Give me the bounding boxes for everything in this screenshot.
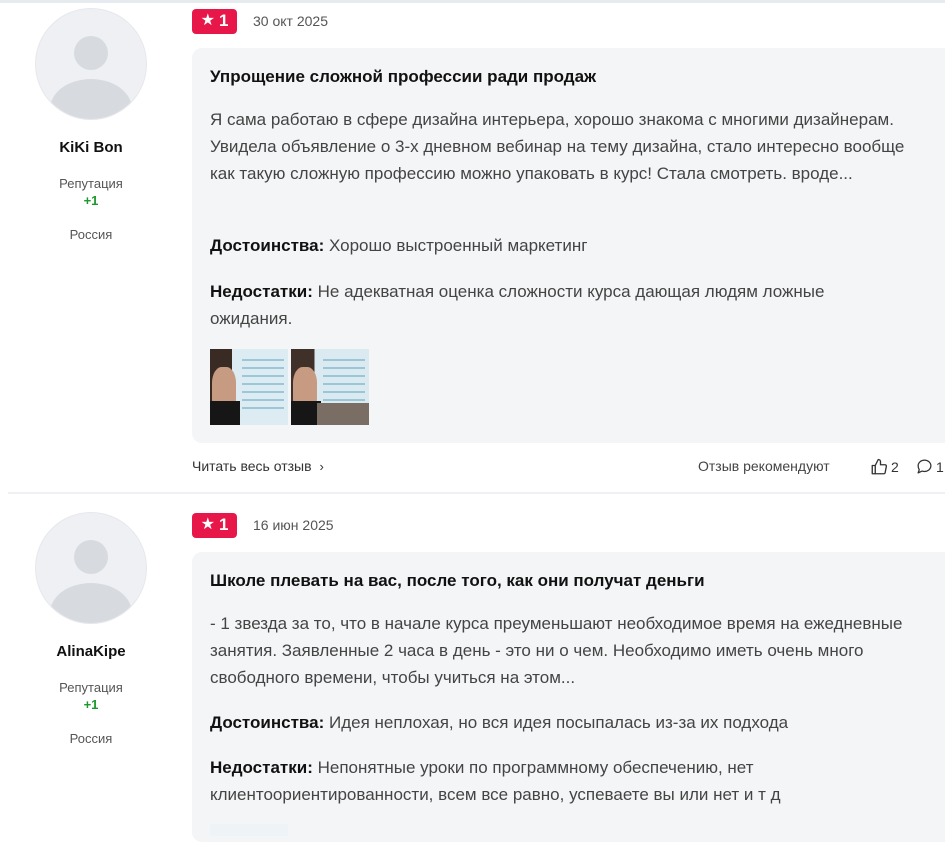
review-photos (210, 824, 288, 836)
star-icon: ★ (200, 12, 215, 29)
author-name[interactable]: AlinaKipe (8, 643, 174, 660)
review-meta: ★ 1 16 июн 2025 (192, 512, 334, 538)
review-text: - 1 звезда за то, что в начале курса пре… (210, 614, 903, 687)
photo-slide (242, 359, 284, 415)
review-footer: Читать весь отзыв › Отзыв рекомендуют 2 … (192, 458, 945, 478)
rating-badge: ★ 1 (192, 512, 237, 538)
chevron-right-icon: › (319, 458, 324, 474)
review-photos (210, 349, 369, 425)
review-cons: Недостатки: Не адекватная оценка сложнос… (210, 278, 910, 332)
pros-label: Достоинства: (210, 713, 325, 732)
reputation-value: +1 (83, 193, 99, 208)
review-card: Упрощение сложной профессии ради продаж … (192, 48, 945, 443)
read-more-label: Читать весь отзыв (192, 458, 312, 474)
read-more-link[interactable]: Читать весь отзыв › (192, 458, 324, 474)
author-panel: AlinaKipe Репутация +1 Россия (8, 512, 174, 746)
review-text: Я сама работаю в сфере дизайна интерьера… (210, 110, 905, 183)
star-icon: ★ (200, 516, 215, 533)
pros-label: Достоинства: (210, 236, 325, 255)
review-item: KiKi Bon Репутация +1 Россия ★ 1 30 окт … (0, 0, 945, 492)
author-name[interactable]: KiKi Bon (8, 139, 174, 156)
rating-value: 1 (218, 515, 229, 534)
cons-label: Недостатки: (210, 282, 313, 301)
like-button[interactable]: 2 (870, 458, 899, 476)
reputation-label: Репутация (59, 176, 123, 191)
reputation-value: +1 (83, 697, 99, 712)
photo-room (317, 403, 369, 425)
pros-text: Хорошо выстроенный маркетинг (329, 236, 588, 255)
review-photo[interactable] (291, 349, 369, 425)
comment-button[interactable]: 1 (916, 458, 944, 475)
thumbs-up-icon (871, 458, 888, 475)
review-date: 30 окт 2025 (253, 13, 328, 29)
avatar[interactable] (35, 8, 147, 120)
comment-count: 1 (936, 458, 944, 475)
review-meta: ★ 1 30 окт 2025 (192, 8, 328, 34)
avatar[interactable] (35, 512, 147, 624)
like-count: 2 (891, 459, 899, 475)
review-item: AlinaKipe Репутация +1 Россия ★ 1 16 июн… (0, 504, 945, 842)
review-photo[interactable] (210, 824, 288, 836)
avatar-head-icon (74, 540, 108, 574)
review-card: Школе плевать на вас, после того, как он… (192, 552, 945, 842)
rating-badge: ★ 1 (192, 8, 237, 34)
review-divider (8, 492, 945, 494)
review-cons: Недостатки: Непонятные уроки по программ… (210, 754, 910, 808)
author-panel: KiKi Bon Репутация +1 Россия (8, 8, 174, 242)
review-date: 16 июн 2025 (253, 517, 334, 533)
review-photo[interactable] (210, 349, 288, 425)
avatar-head-icon (74, 36, 108, 70)
review-pros: Достоинства: Идея неплохая, но вся идея … (210, 709, 910, 736)
photo-shirt (210, 401, 240, 425)
author-country: Россия (69, 227, 113, 242)
review-title[interactable]: Упрощение сложной профессии ради продаж (210, 67, 596, 87)
review-pros: Достоинства: Хорошо выстроенный маркетин… (210, 232, 910, 259)
avatar-body-icon (50, 79, 132, 119)
cons-label: Недостатки: (210, 758, 313, 777)
recommend-label: Отзыв рекомендуют (698, 458, 830, 474)
avatar-body-icon (50, 583, 132, 623)
review-title[interactable]: Школе плевать на вас, после того, как он… (210, 571, 705, 591)
pros-text: Идея неплохая, но вся идея посыпалась из… (329, 713, 789, 732)
rating-value: 1 (218, 11, 229, 30)
reputation-label: Репутация (59, 680, 123, 695)
comment-icon (917, 459, 932, 474)
author-country: Россия (69, 731, 113, 746)
